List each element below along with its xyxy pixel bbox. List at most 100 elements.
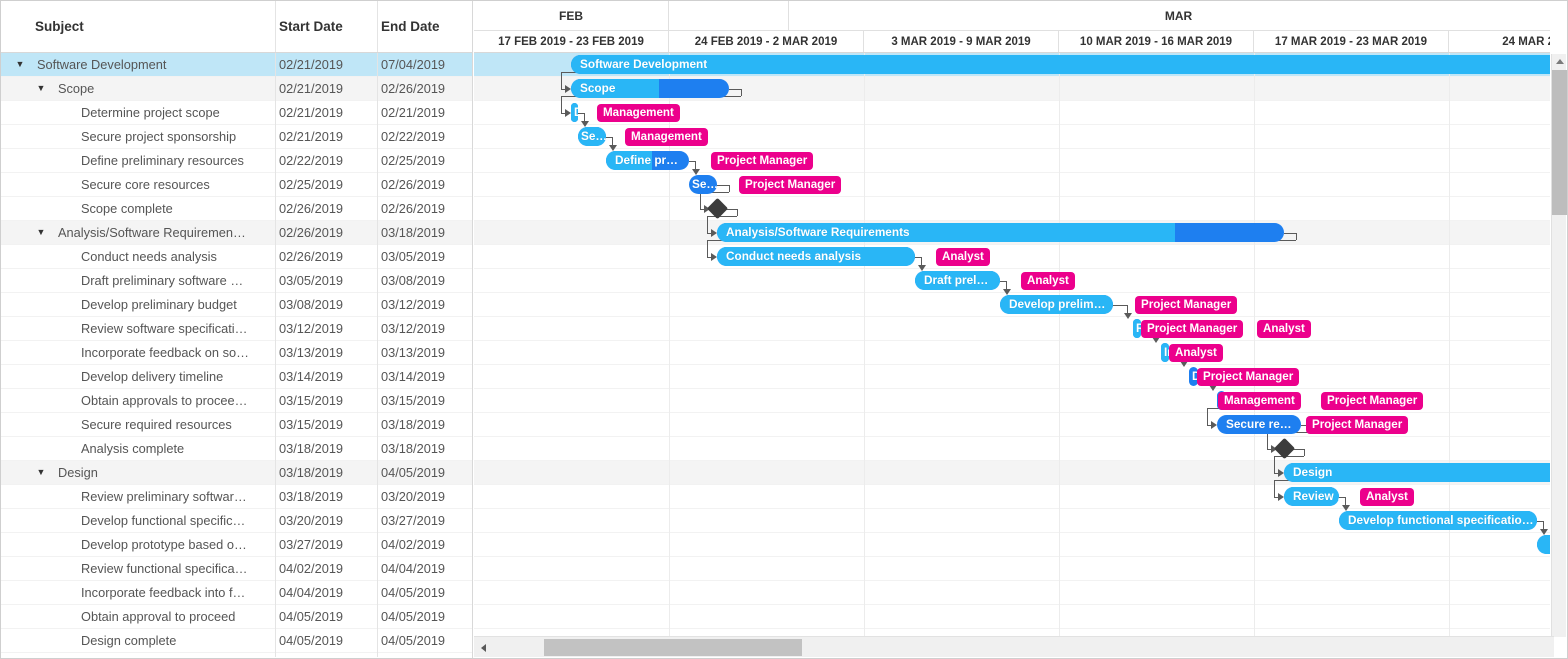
task-bar[interactable] bbox=[1537, 535, 1550, 554]
timeline-week-cell: 24 MAR 2019 - 3 bbox=[1449, 31, 1550, 52]
task-row[interactable]: Incorporate feedback into f… 04/04/2019 04… bbox=[1, 581, 472, 605]
expand-collapse-icon[interactable]: ▼ bbox=[34, 77, 48, 100]
timeline-row[interactable] bbox=[474, 341, 1550, 365]
timeline-row[interactable] bbox=[474, 437, 1550, 461]
timeline-row[interactable] bbox=[474, 365, 1550, 389]
task-row[interactable]: Review preliminary softwar… 03/18/2019 03/… bbox=[1, 485, 472, 509]
task-row[interactable]: Develop delivery timeline 03/14/2019 03/14… bbox=[1, 365, 472, 389]
dependency-connector bbox=[561, 72, 562, 89]
task-bar[interactable]: Secure re… bbox=[1217, 415, 1301, 434]
task-row[interactable]: Develop preliminary budget 03/08/2019 03/1… bbox=[1, 293, 472, 317]
vertical-scrollbar-thumb[interactable] bbox=[1552, 70, 1567, 215]
task-row[interactable]: Obtain approval to proceed 04/05/2019 04/0… bbox=[1, 605, 472, 629]
task-bar[interactable]: Define pr… bbox=[606, 151, 689, 170]
cell-start-date: 03/13/2019 bbox=[279, 345, 344, 360]
timeline-week-cell: 24 FEB 2019 - 2 MAR 2019 bbox=[669, 31, 864, 52]
cell-subject: Analysis complete bbox=[81, 441, 185, 456]
column-header-start-date[interactable]: Start Date bbox=[279, 1, 343, 52]
dependency-connector bbox=[729, 88, 741, 90]
task-row[interactable]: Analysis complete 03/18/2019 03/18/2019 bbox=[1, 437, 472, 461]
timeline-row[interactable] bbox=[474, 173, 1550, 197]
task-row[interactable]: Draft preliminary software … 03/05/2019 03… bbox=[1, 269, 472, 293]
column-header-subject[interactable]: Subject bbox=[35, 1, 84, 52]
task-bar[interactable]: D bbox=[571, 103, 578, 122]
task-row[interactable]: ▼ Design 03/18/2019 04/05/2019 bbox=[1, 461, 472, 485]
cell-start-date: 02/21/2019 bbox=[279, 129, 344, 144]
timeline-row[interactable] bbox=[474, 269, 1550, 293]
bar-label: Design bbox=[1293, 465, 1333, 479]
task-row[interactable]: Review functional specifica… 04/02/2019 04… bbox=[1, 557, 472, 581]
expand-collapse-icon[interactable]: ▼ bbox=[13, 53, 27, 76]
task-row[interactable]: Secure core resources 02/25/2019 02/26/201… bbox=[1, 173, 472, 197]
cell-end-date: 03/12/2019 bbox=[381, 297, 446, 312]
cell-end-date: 04/05/2019 bbox=[381, 609, 446, 624]
timeline-row[interactable] bbox=[474, 317, 1550, 341]
task-bar[interactable]: In bbox=[1161, 343, 1169, 362]
timeline-row[interactable] bbox=[474, 245, 1550, 269]
task-bar[interactable]: Se… bbox=[578, 127, 606, 146]
cell-end-date: 03/12/2019 bbox=[381, 321, 446, 336]
bar-label: Develop prelim… bbox=[1009, 297, 1106, 311]
cell-start-date: 04/04/2019 bbox=[279, 585, 344, 600]
timeline-row[interactable] bbox=[474, 581, 1550, 605]
resource-badge: Analyst bbox=[936, 248, 990, 266]
expand-collapse-icon[interactable]: ▼ bbox=[34, 221, 48, 244]
cell-end-date: 02/26/2019 bbox=[381, 177, 446, 192]
task-row[interactable]: Obtain approvals to procee… 03/15/2019 03/… bbox=[1, 389, 472, 413]
summary-task-bar[interactable]: Software Development bbox=[571, 55, 1550, 74]
timeline-week-cell: 17 MAR 2019 - 23 MAR 2019 bbox=[1254, 31, 1449, 52]
task-row[interactable]: Design complete 04/05/2019 04/05/2019 bbox=[1, 629, 472, 653]
cell-end-date: 04/05/2019 bbox=[381, 465, 446, 480]
timeline-week-cell: 3 MAR 2019 - 9 MAR 2019 bbox=[864, 31, 1059, 52]
task-bar[interactable]: Se… bbox=[689, 175, 717, 194]
cell-subject: Draft preliminary software … bbox=[81, 273, 244, 288]
cell-subject: Secure project sponsorship bbox=[81, 129, 237, 144]
resource-badge: Analyst bbox=[1257, 320, 1311, 338]
task-row[interactable]: Develop prototype based o… 03/27/2019 04/0… bbox=[1, 533, 472, 557]
task-row[interactable]: ▼ Analysis/Software Requiremen… 02/26/2019… bbox=[1, 221, 472, 245]
dependency-connector bbox=[707, 216, 737, 217]
timeline-row[interactable] bbox=[474, 533, 1550, 557]
timeline-row[interactable] bbox=[474, 557, 1550, 581]
horizontal-scrollbar-thumb[interactable] bbox=[544, 639, 802, 656]
scroll-up-arrow-icon[interactable] bbox=[1552, 54, 1567, 69]
task-row[interactable]: Secure required resources 03/15/2019 03/18… bbox=[1, 413, 472, 437]
cell-subject: Review preliminary softwar… bbox=[81, 489, 247, 504]
task-row[interactable]: Secure project sponsorship 02/21/2019 02/2… bbox=[1, 125, 472, 149]
summary-task-bar[interactable]: Analysis/Software Requirements bbox=[717, 223, 1284, 242]
timeline-row[interactable] bbox=[474, 605, 1550, 629]
dependency-connector bbox=[741, 88, 742, 96]
task-row[interactable]: Conduct needs analysis 02/26/2019 03/05/20… bbox=[1, 245, 472, 269]
timeline-row[interactable] bbox=[474, 197, 1550, 221]
grid-header: Subject Start Date End Date bbox=[1, 1, 472, 53]
bar-label: Review … bbox=[1293, 489, 1339, 503]
cell-start-date: 02/21/2019 bbox=[279, 57, 344, 72]
dependency-connector bbox=[1267, 432, 1268, 449]
task-bar[interactable]: R bbox=[1133, 319, 1141, 338]
vertical-scrollbar[interactable] bbox=[1551, 54, 1567, 637]
task-row[interactable]: Determine project scope 02/21/2019 02/21/2… bbox=[1, 101, 472, 125]
task-row[interactable]: ▼ Scope 02/21/2019 02/26/2019 bbox=[1, 77, 472, 101]
task-row[interactable]: Develop functional specific… 03/20/2019 03… bbox=[1, 509, 472, 533]
task-row[interactable]: Define preliminary resources 02/22/2019 02… bbox=[1, 149, 472, 173]
task-bar[interactable]: Draft prel… bbox=[915, 271, 1000, 290]
horizontal-scrollbar[interactable] bbox=[474, 636, 1554, 657]
task-row[interactable]: Scope complete 02/26/2019 02/26/2019 bbox=[1, 197, 472, 221]
expand-collapse-icon[interactable]: ▼ bbox=[34, 461, 48, 484]
task-bar[interactable]: Review … bbox=[1284, 487, 1339, 506]
task-bar[interactable]: Develop functional specificatio… bbox=[1339, 511, 1537, 530]
summary-task-bar[interactable]: Design bbox=[1284, 463, 1550, 482]
cell-start-date: 02/25/2019 bbox=[279, 177, 344, 192]
summary-task-bar[interactable]: Scope bbox=[571, 79, 729, 98]
task-row[interactable]: Incorporate feedback on so… 03/13/2019 03/… bbox=[1, 341, 472, 365]
column-header-end-date[interactable]: End Date bbox=[381, 1, 440, 52]
task-bar[interactable]: Develop prelim… bbox=[1000, 295, 1113, 314]
bar-label: D bbox=[574, 103, 578, 122]
scroll-left-arrow-icon[interactable] bbox=[476, 637, 491, 658]
task-row[interactable]: ▼ Software Development 02/21/2019 07/04/201… bbox=[1, 53, 472, 77]
task-row[interactable]: Review software specificati… 03/12/2019 03… bbox=[1, 317, 472, 341]
task-bar[interactable]: Conduct needs analysis bbox=[717, 247, 915, 266]
cell-subject: Analysis/Software Requiremen… bbox=[58, 225, 246, 240]
cell-subject: Software Development bbox=[37, 57, 167, 72]
cell-start-date: 03/15/2019 bbox=[279, 393, 344, 408]
